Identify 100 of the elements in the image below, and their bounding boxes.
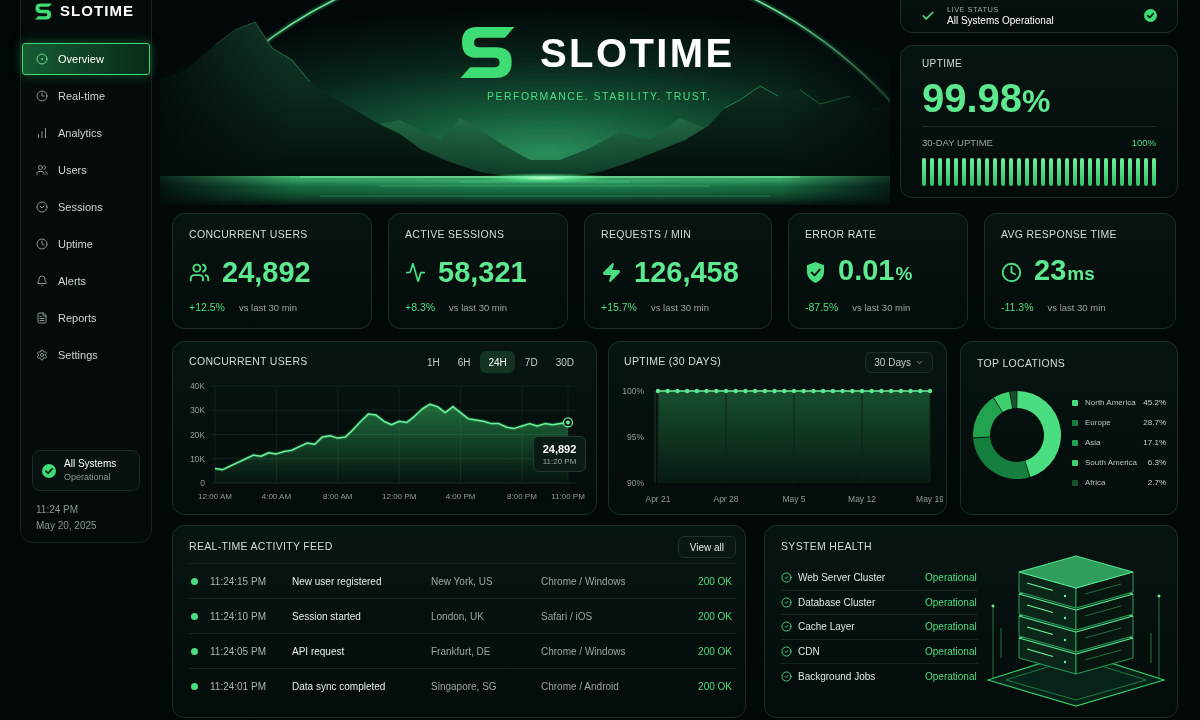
legend-value: 45.2% [1143, 397, 1166, 409]
circle-dot-icon [36, 53, 48, 65]
range-tab[interactable]: 1H [418, 351, 448, 373]
check-circle-icon [42, 463, 56, 478]
stat-change: +15.7% [601, 301, 637, 314]
nav-item[interactable]: Sessions [22, 191, 150, 223]
range-tab[interactable]: 30D [547, 351, 582, 373]
axis-label: 4:00 PM [445, 492, 476, 501]
axis-label: 95% [627, 432, 644, 442]
legend-value: 17.1% [1143, 437, 1166, 449]
data-point [898, 388, 904, 394]
uptime-day-bar [1120, 158, 1125, 186]
users-icon [189, 261, 210, 283]
uptime-label: UPTIME [922, 58, 964, 69]
axis-label: 8:00 PM [507, 492, 537, 501]
axis-label: May 19 [916, 494, 943, 504]
service-name: Database Cluster [798, 595, 877, 610]
feed-time: 11:24:01 PM [210, 679, 267, 694]
nav-item[interactable]: Reports [22, 302, 150, 334]
feed-event: Data sync completed [292, 679, 387, 694]
service-status: Operational [925, 595, 977, 610]
bell-icon [36, 275, 48, 287]
feed-location: Frankfurt, DE [431, 644, 492, 659]
check-circle-icon [781, 596, 792, 608]
uptime-day-bar [1143, 158, 1148, 186]
users-icon [36, 164, 48, 176]
stat-change: +8.3% [405, 301, 436, 314]
uptime-bars-label: 30-DAY UPTIME [922, 137, 993, 148]
uptime-day-bar [1048, 158, 1053, 186]
stat-period: vs last 30 min [852, 301, 911, 314]
uptime-day-bar [922, 158, 926, 186]
service-name: Cache Layer [798, 620, 856, 635]
uptime-value: 99.98 [922, 78, 1023, 118]
clock-date: May 20, 2025 [35, 520, 98, 532]
uptime-day-bar [1017, 158, 1022, 186]
stat-value: 0.01 [838, 254, 895, 286]
axis-label: 20K [189, 429, 205, 440]
stat-label: AVG RESPONSE TIME [1001, 228, 1118, 240]
data-point [850, 388, 855, 394]
data-point-marker [562, 417, 574, 428]
axis-label: 4:00 AM [261, 492, 292, 501]
stat-unit: ms [1067, 262, 1095, 286]
uptime-day-bar [1056, 158, 1061, 186]
stat-value: 58,321 [438, 256, 527, 288]
range-tab[interactable]: 6H [449, 351, 479, 373]
check-circle-icon [1144, 9, 1157, 22]
uptime-day-bar [1096, 158, 1101, 186]
nav-item[interactable]: Uptime [22, 228, 150, 260]
stat-period: vs last 30 min [1047, 301, 1106, 314]
nav-item[interactable]: Real-time [22, 80, 150, 112]
nav-item[interactable]: Analytics [22, 117, 150, 149]
stat-change: -11.3% [1001, 301, 1034, 314]
card-title: TOP LOCATIONS [977, 357, 1067, 369]
axis-label: 8:00 AM [323, 492, 353, 501]
lightning-bolt-icon [601, 261, 622, 283]
feed-client: Chrome / Android [541, 679, 619, 694]
pulse-icon [405, 261, 426, 283]
axis-label: 30K [189, 405, 205, 416]
range-tab[interactable]: 7D [516, 351, 546, 373]
data-point [675, 388, 680, 394]
nav-item[interactable]: Users [22, 154, 150, 186]
feed-location: Singapore, SG [431, 679, 498, 694]
uptime-day-bar [953, 158, 958, 186]
legend-label: Africa [1085, 477, 1106, 489]
legend-label: South America [1085, 457, 1138, 469]
stat-period: vs last 30 min [238, 301, 297, 314]
document-icon [36, 312, 48, 324]
stat-unit: % [895, 262, 913, 286]
data-point [665, 388, 670, 394]
range-tab[interactable]: 24H [480, 351, 515, 373]
stat-label: REQUESTS / MIN [601, 228, 693, 240]
nav-item[interactable]: Overview [22, 43, 150, 75]
nav-item[interactable]: Settings [22, 339, 150, 371]
stat-value: 23 [1034, 254, 1067, 286]
chart-title: UPTIME (30 DAYS) [624, 354, 722, 370]
stat-label: ACTIVE SESSIONS [405, 228, 506, 240]
data-point [869, 388, 874, 394]
data-point [684, 388, 690, 394]
nav-item[interactable]: Alerts [22, 265, 150, 297]
uptime-day-bar [1009, 158, 1014, 186]
clock-icon [36, 238, 48, 250]
clock-time: 11:24 PM [35, 504, 80, 516]
check-circle-icon [781, 572, 792, 584]
status-title: All Systems [64, 457, 117, 471]
uptime-day-bar [993, 158, 998, 186]
data-point [714, 388, 719, 394]
feed-event: API request [292, 644, 346, 659]
legend-label: Europe [1085, 417, 1111, 429]
uptime-day-bar [1080, 158, 1085, 186]
axis-label: May 5 [782, 494, 806, 504]
legend-label: Asia [1085, 437, 1101, 449]
feed-status: 200 OK [698, 609, 733, 624]
check-circle-icon [781, 670, 792, 682]
range-dropdown[interactable]: 30 Days [865, 351, 933, 373]
clock-icon [36, 90, 48, 102]
data-point [723, 388, 729, 394]
check-circle-icon [781, 621, 792, 633]
stat-value: 126,458 [634, 256, 739, 288]
view-all-button[interactable]: View all [677, 536, 736, 558]
axis-label: 10K [189, 453, 205, 464]
